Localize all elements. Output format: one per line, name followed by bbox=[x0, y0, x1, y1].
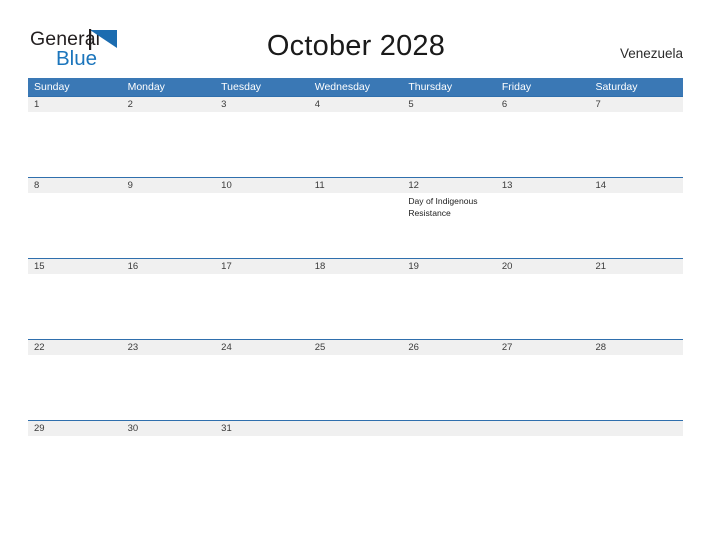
day-number[interactable]: 6 bbox=[496, 97, 590, 112]
weekday-sunday: Sunday bbox=[34, 81, 70, 93]
day-number[interactable]: 20 bbox=[496, 259, 590, 274]
day-number[interactable]: 31 bbox=[215, 421, 309, 436]
day-number[interactable]: 13 bbox=[496, 178, 590, 193]
day-cell bbox=[402, 436, 496, 500]
day-cell[interactable] bbox=[122, 193, 216, 257]
day-number[interactable]: 15 bbox=[28, 259, 122, 274]
week-date-band: 8 9 10 11 12 13 14 bbox=[28, 178, 683, 193]
day-number bbox=[402, 421, 496, 436]
week-row: 8 9 10 11 12 13 14 Day of Indigenous Res… bbox=[28, 177, 683, 258]
day-cell[interactable] bbox=[309, 193, 403, 257]
weekday-monday: Monday bbox=[127, 81, 165, 93]
page-header: General Blue October 2028 Venezuela bbox=[0, 0, 712, 78]
day-number[interactable]: 4 bbox=[309, 97, 403, 112]
day-number[interactable]: 28 bbox=[589, 340, 683, 355]
day-cell[interactable] bbox=[496, 112, 590, 176]
day-cell[interactable] bbox=[28, 112, 122, 176]
day-cell[interactable] bbox=[215, 112, 309, 176]
day-number[interactable]: 3 bbox=[215, 97, 309, 112]
week-event-area bbox=[28, 274, 683, 338]
day-number[interactable]: 11 bbox=[309, 178, 403, 193]
day-number[interactable]: 23 bbox=[122, 340, 216, 355]
day-cell[interactable] bbox=[28, 355, 122, 419]
week-date-band: 15 16 17 18 19 20 21 bbox=[28, 259, 683, 274]
week-date-band: 29 30 31 bbox=[28, 421, 683, 436]
day-number[interactable]: 14 bbox=[589, 178, 683, 193]
weekday-header-row: Sunday Monday Tuesday Wednesday Thursday… bbox=[28, 78, 683, 96]
day-event-text: Day of Indigenous Resistance bbox=[408, 196, 478, 218]
weekday-wednesday: Wednesday bbox=[314, 81, 370, 93]
day-cell[interactable] bbox=[309, 274, 403, 338]
week-date-band: 1 2 3 4 5 6 7 bbox=[28, 97, 683, 112]
day-number[interactable]: 21 bbox=[589, 259, 683, 274]
day-number[interactable]: 22 bbox=[28, 340, 122, 355]
day-number[interactable]: 12 bbox=[402, 178, 496, 193]
page-title: October 2028 bbox=[266, 30, 446, 62]
day-number[interactable]: 19 bbox=[402, 259, 496, 274]
day-cell[interactable] bbox=[309, 112, 403, 176]
day-number[interactable]: 29 bbox=[28, 421, 122, 436]
weekday-saturday: Saturday bbox=[595, 81, 638, 93]
day-cell[interactable] bbox=[589, 274, 683, 338]
week-event-area bbox=[28, 112, 683, 176]
day-cell[interactable] bbox=[402, 274, 496, 338]
day-number[interactable]: 24 bbox=[215, 340, 309, 355]
day-cell[interactable]: Day of Indigenous Resistance bbox=[402, 193, 496, 257]
weekday-tuesday: Tuesday bbox=[221, 81, 262, 93]
country-label: Venezuela bbox=[619, 46, 683, 61]
day-cell[interactable] bbox=[215, 193, 309, 257]
day-number[interactable]: 2 bbox=[122, 97, 216, 112]
day-cell[interactable] bbox=[28, 193, 122, 257]
day-cell[interactable] bbox=[589, 193, 683, 257]
weekday-thursday: Thursday bbox=[408, 81, 453, 93]
day-cell[interactable] bbox=[402, 112, 496, 176]
week-row: 1 2 3 4 5 6 7 bbox=[28, 96, 683, 177]
day-cell[interactable] bbox=[122, 355, 216, 419]
day-cell bbox=[309, 436, 403, 500]
day-number[interactable]: 27 bbox=[496, 340, 590, 355]
day-cell[interactable] bbox=[215, 274, 309, 338]
calendar-page: General Blue October 2028 Venezuela Sund… bbox=[0, 0, 712, 550]
day-cell[interactable] bbox=[589, 355, 683, 419]
day-number[interactable]: 25 bbox=[309, 340, 403, 355]
day-number bbox=[496, 421, 590, 436]
day-cell[interactable] bbox=[589, 112, 683, 176]
day-cell[interactable] bbox=[122, 436, 216, 500]
day-cell[interactable] bbox=[122, 274, 216, 338]
week-row: 29 30 31 bbox=[28, 420, 683, 501]
week-date-band: 22 23 24 25 26 27 28 bbox=[28, 340, 683, 355]
week-event-area bbox=[28, 436, 683, 500]
week-row: 15 16 17 18 19 20 21 bbox=[28, 258, 683, 339]
weekday-friday: Friday bbox=[501, 81, 532, 93]
day-number[interactable]: 1 bbox=[28, 97, 122, 112]
day-number bbox=[309, 421, 403, 436]
day-cell[interactable] bbox=[215, 436, 309, 500]
day-cell bbox=[589, 436, 683, 500]
day-number bbox=[589, 421, 683, 436]
day-number[interactable]: 9 bbox=[122, 178, 216, 193]
day-cell bbox=[496, 436, 590, 500]
week-event-area bbox=[28, 355, 683, 419]
week-row: 22 23 24 25 26 27 28 bbox=[28, 339, 683, 420]
week-event-area: Day of Indigenous Resistance bbox=[28, 193, 683, 257]
day-cell[interactable] bbox=[309, 355, 403, 419]
day-number[interactable]: 5 bbox=[402, 97, 496, 112]
day-number[interactable]: 26 bbox=[402, 340, 496, 355]
day-cell[interactable] bbox=[496, 274, 590, 338]
day-cell[interactable] bbox=[215, 355, 309, 419]
day-cell[interactable] bbox=[28, 436, 122, 500]
day-cell[interactable] bbox=[28, 274, 122, 338]
day-cell[interactable] bbox=[496, 193, 590, 257]
day-cell[interactable] bbox=[402, 355, 496, 419]
calendar-grid: Sunday Monday Tuesday Wednesday Thursday… bbox=[28, 78, 683, 501]
day-number[interactable]: 8 bbox=[28, 178, 122, 193]
day-number[interactable]: 30 bbox=[122, 421, 216, 436]
day-number[interactable]: 10 bbox=[215, 178, 309, 193]
day-number[interactable]: 7 bbox=[589, 97, 683, 112]
day-cell[interactable] bbox=[122, 112, 216, 176]
day-number[interactable]: 17 bbox=[215, 259, 309, 274]
day-cell[interactable] bbox=[496, 355, 590, 419]
day-number[interactable]: 16 bbox=[122, 259, 216, 274]
day-number[interactable]: 18 bbox=[309, 259, 403, 274]
